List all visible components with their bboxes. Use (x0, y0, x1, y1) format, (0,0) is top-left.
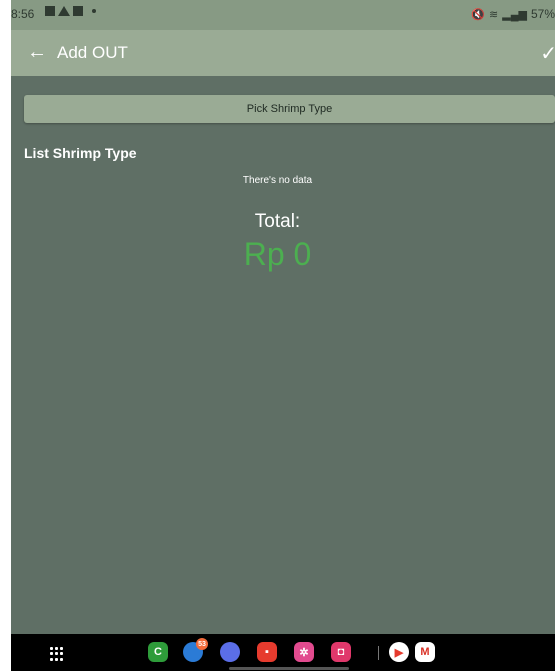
empty-state-text: There's no data (242, 175, 313, 186)
messages-badge: 53 (196, 638, 208, 650)
warning-icon (58, 6, 70, 16)
total-value: Rp 0 (243, 236, 312, 272)
device-screen: 8:56 🔇 ≋ ▂▄▆ 57% ← Add OUT ✓ Pick Shrimp… (11, 0, 555, 671)
signal-icon: ▂▄▆ (502, 8, 527, 21)
app-drawer-icon[interactable] (50, 647, 64, 661)
home-indicator[interactable] (229, 667, 349, 670)
phone-app-icon[interactable]: C (148, 642, 168, 662)
flipboard-app-icon[interactable]: ▪ (257, 642, 277, 662)
messages-app-icon[interactable]: 53 (183, 638, 208, 662)
total-label: Total: (254, 211, 301, 232)
list-shrimp-type-heading: List Shrimp Type (24, 145, 137, 161)
play-store-app-icon[interactable]: ▶ (389, 642, 409, 662)
bixby-app-icon[interactable]: ✲ (294, 642, 314, 662)
check-icon[interactable]: ✓ (540, 41, 555, 66)
status-bar: 8:56 🔇 ≋ ▂▄▆ 57% (11, 0, 555, 30)
app-bar: ← Add OUT ✓ (11, 30, 555, 76)
back-arrow-icon[interactable]: ← (27, 40, 47, 64)
mail-icon (73, 6, 83, 16)
divider (378, 646, 379, 660)
image-icon (45, 6, 55, 16)
status-time: 8:56 (11, 7, 35, 21)
status-right: 🔇 ≋ ▂▄▆ 57% (471, 7, 555, 21)
battery-percent: 57% (530, 7, 555, 21)
mute-icon: 🔇 (471, 8, 486, 21)
pick-shrimp-type-label: Pick Shrimp Type (246, 103, 333, 115)
bottom-nav-bar: C 53 ▪ ✲ ◘ ▶ M (11, 634, 555, 671)
gmail-app-icon[interactable]: M (415, 642, 435, 662)
internet-app-icon[interactable] (220, 642, 240, 662)
more-notifications-icon (92, 9, 96, 13)
notification-icons (45, 6, 96, 16)
page-title: Add OUT (57, 43, 128, 62)
wifi-icon: ≋ (489, 8, 499, 21)
camera-app-icon[interactable]: ◘ (331, 642, 351, 662)
pick-shrimp-type-button[interactable]: Pick Shrimp Type (24, 95, 555, 123)
